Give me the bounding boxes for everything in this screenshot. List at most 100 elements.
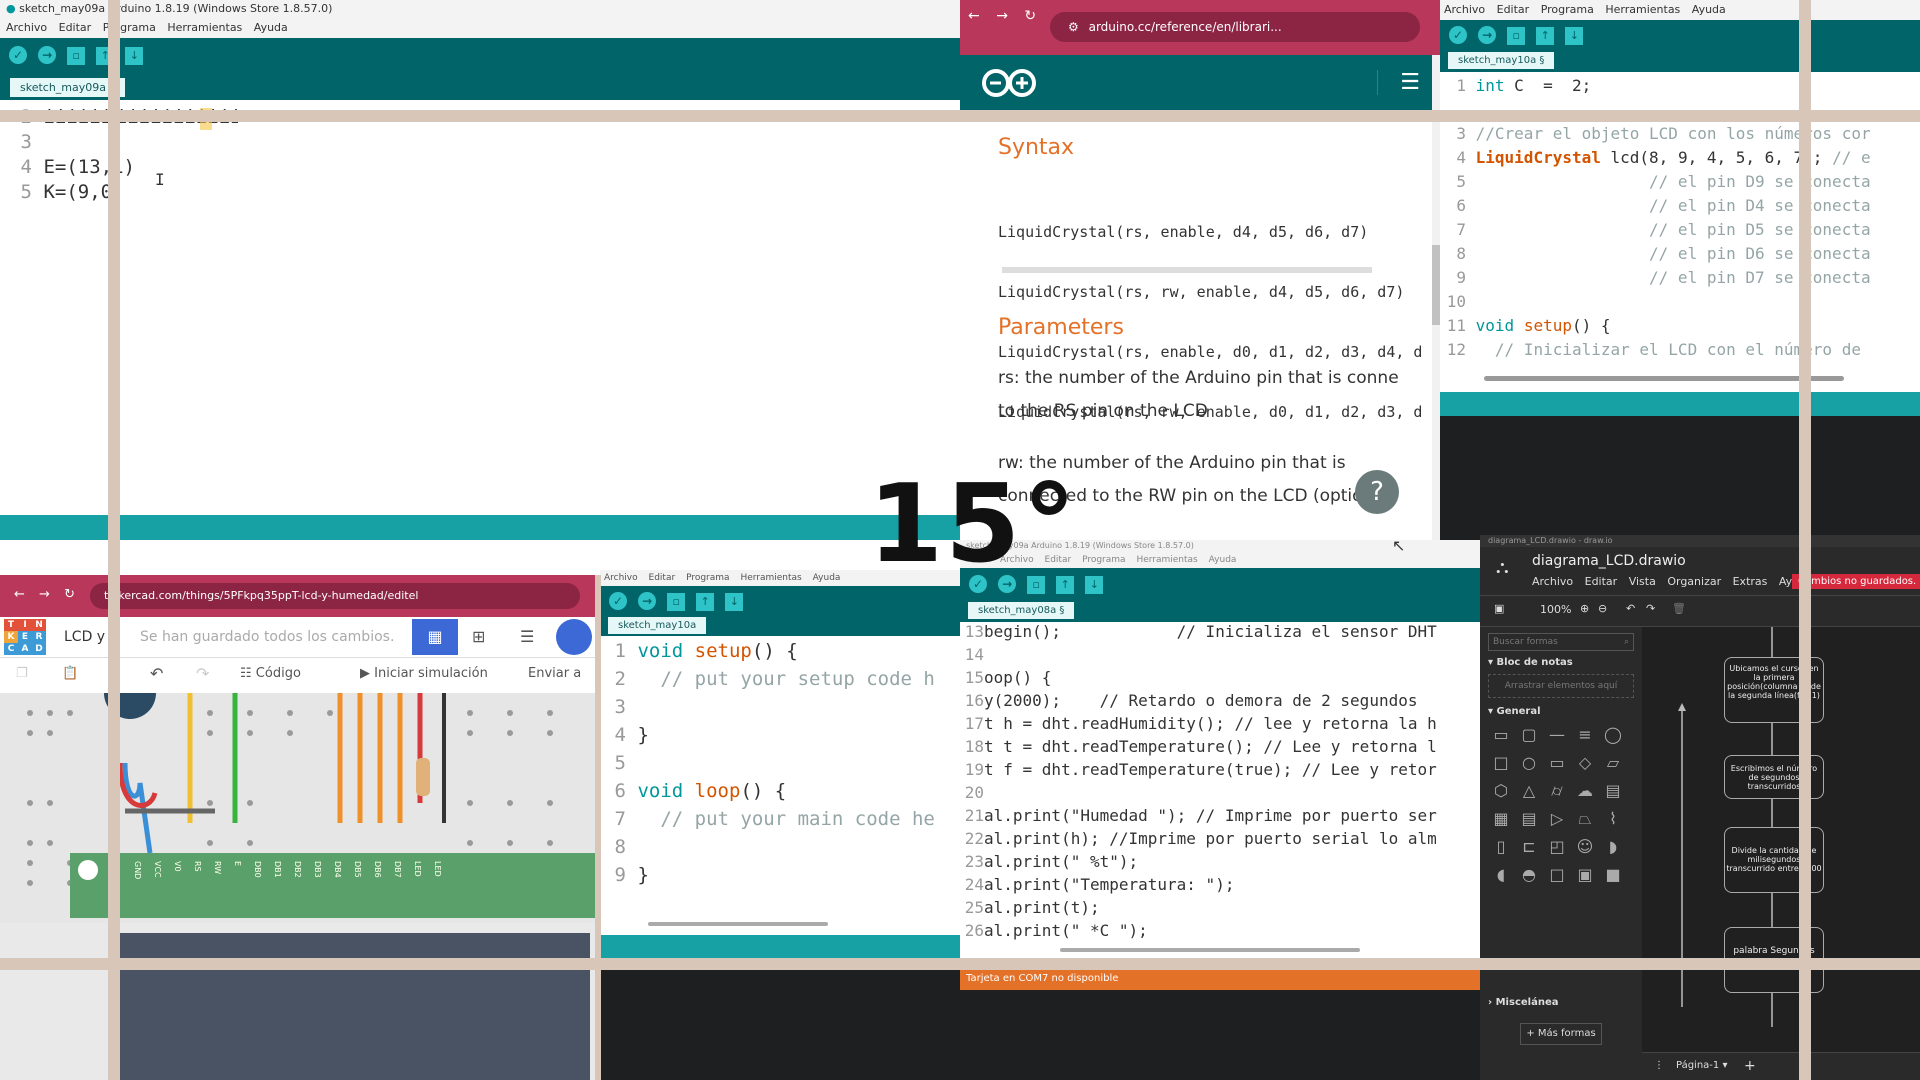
start-simulation-button[interactable]: ▶ Iniciar simulación xyxy=(360,666,488,681)
circuit-view-button[interactable]: ▦ xyxy=(412,619,458,655)
zoom-in-icon[interactable]: ⊕ xyxy=(1580,602,1589,615)
notes-header[interactable]: ▾ Bloc de notas xyxy=(1488,657,1634,668)
tinkercad-logo[interactable]: TIN KER CAD xyxy=(4,619,46,657)
open-icon[interactable]: ↑ xyxy=(1536,27,1555,45)
shape-search-input[interactable]: Buscar formas ⌕ xyxy=(1488,633,1634,651)
code-hscrollbar[interactable] xyxy=(1002,267,1372,273)
menu-editar[interactable]: Editar xyxy=(1585,575,1618,588)
menu-extras[interactable]: Extras xyxy=(1733,575,1768,588)
menu-herramientas[interactable]: Herramientas xyxy=(740,573,801,583)
hamburger-menu-icon[interactable]: ☰ xyxy=(1377,70,1420,95)
reload-icon[interactable]: ↻ xyxy=(64,587,75,602)
page-vscrollbar[interactable] xyxy=(1432,55,1440,540)
halfcircle-shape-icon[interactable]: ◓ xyxy=(1516,865,1542,891)
back-icon[interactable]: ← xyxy=(14,587,25,602)
redo-icon[interactable]: ↷ xyxy=(1646,602,1655,615)
save-icon[interactable]: ↓ xyxy=(1085,576,1104,594)
zoom-out-icon[interactable]: ⊖ xyxy=(1598,602,1607,615)
undo-icon[interactable]: ↶ xyxy=(1626,602,1635,615)
redo-icon[interactable]: ↷ xyxy=(196,664,209,683)
diamond-shape-icon[interactable]: ◇ xyxy=(1572,753,1598,779)
code-button[interactable]: ☷ Código xyxy=(240,666,301,681)
tape-shape-icon[interactable]: ⌇ xyxy=(1600,809,1626,835)
note-shape-icon[interactable]: ▯ xyxy=(1488,837,1514,863)
menu-ayuda[interactable]: Ayuda xyxy=(813,573,841,583)
card-shape-icon[interactable]: ▤ xyxy=(1516,809,1542,835)
help-button[interactable]: ? xyxy=(1355,470,1399,514)
heading-shape-icon[interactable]: ≡ xyxy=(1572,725,1598,751)
rectangle-shape-icon[interactable]: ▭ xyxy=(1488,725,1514,751)
text-shape-icon[interactable]: — xyxy=(1544,725,1570,751)
verify-icon[interactable]: ✓ xyxy=(1449,26,1467,44)
circle-shape-icon[interactable]: ○ xyxy=(1516,753,1542,779)
arduino-logo-icon[interactable] xyxy=(980,69,1040,97)
copy-icon[interactable]: ❐ xyxy=(16,666,28,681)
menu-programa[interactable]: Programa xyxy=(1082,555,1126,565)
misc-header[interactable]: › Miscelánea xyxy=(1488,997,1558,1008)
container-shape-icon[interactable]: ▣ xyxy=(1572,865,1598,891)
forward-icon[interactable]: → xyxy=(996,8,1008,24)
verify-icon[interactable]: ✓ xyxy=(9,46,27,64)
menu-programa[interactable]: Programa xyxy=(686,573,730,583)
table-shape-icon[interactable]: ▦ xyxy=(1488,809,1514,835)
parallelogram-shape-icon[interactable]: ▱ xyxy=(1600,753,1626,779)
callout-shape-icon[interactable]: ◰ xyxy=(1544,837,1570,863)
menu-organizar[interactable]: Organizar xyxy=(1667,575,1721,588)
menu-ayuda[interactable]: Ayuda xyxy=(1209,555,1237,565)
site-settings-icon[interactable]: ⚙ xyxy=(1068,20,1079,34)
menu-archivo[interactable]: Archivo xyxy=(1532,575,1573,588)
back-icon[interactable]: ← xyxy=(968,8,980,24)
code-hscrollbar[interactable] xyxy=(1060,948,1360,952)
address-bar[interactable]: ⚙ arduino.cc/reference/en/librari... xyxy=(1050,12,1420,42)
code-hscrollbar[interactable] xyxy=(1484,376,1844,381)
delete-icon[interactable]: 🗑 xyxy=(1672,602,1686,615)
menu-archivo[interactable]: Archivo xyxy=(1444,3,1485,16)
trapezoid-shape-icon[interactable]: ⏢ xyxy=(1572,809,1598,835)
triangle-shape-icon[interactable]: △ xyxy=(1516,781,1542,807)
process-shape-icon[interactable]: ▭ xyxy=(1544,753,1570,779)
menu-herramientas[interactable]: Herramientas xyxy=(1136,555,1197,565)
schematic-view-icon[interactable]: ⊞ xyxy=(472,627,485,646)
square-shape-icon[interactable]: □ xyxy=(1544,865,1570,891)
menu-ayuda[interactable]: Ayuda xyxy=(254,21,288,34)
code-hscrollbar[interactable] xyxy=(648,922,828,926)
new-icon[interactable]: ▫ xyxy=(667,593,686,611)
verify-icon[interactable]: ✓ xyxy=(609,592,627,610)
forward-icon[interactable]: → xyxy=(39,587,50,602)
menu-vista[interactable]: Vista xyxy=(1629,575,1656,588)
cylinder-shape-icon[interactable]: ⌭ xyxy=(1544,781,1570,807)
menu-editar[interactable]: Editar xyxy=(649,573,676,583)
shape-palette[interactable]: ▭ ▢ — ≡ ◯ □ ○ ▭ ◇ ▱ ⬡ △ ⌭ ☁ ▤ ▦ ▤ ▷ ⏢ ⌇ ▯ ⊏ ◰ ☺ ◗ ◖ ◓ □ ▣ ■ xyxy=(1488,725,1634,891)
menu-ayuda[interactable]: Ayuda xyxy=(1692,3,1726,16)
menu-programa[interactable]: Programa xyxy=(1541,3,1594,16)
tab-sketch[interactable]: sketch_may10a xyxy=(608,617,707,634)
open-icon[interactable]: ↑ xyxy=(696,593,715,611)
page-tab[interactable]: Página-1 ▾ xyxy=(1676,1060,1728,1071)
or-shape-icon[interactable]: ◗ xyxy=(1600,837,1626,863)
tab-sketch[interactable]: sketch_may10a § xyxy=(1448,52,1555,69)
zoom-level[interactable]: 100% xyxy=(1540,603,1571,616)
send-to-button[interactable]: Enviar a xyxy=(528,666,581,681)
rounded-rectangle-shape-icon[interactable]: ▢ xyxy=(1516,725,1542,751)
code-editor[interactable]: 1 void setup() { 2 // put your setup cod… xyxy=(600,636,960,986)
box-shape-icon[interactable]: ■ xyxy=(1600,865,1626,891)
tab-sketch[interactable]: sketch_may08a § xyxy=(968,602,1075,619)
add-page-icon[interactable]: + xyxy=(1744,1058,1756,1074)
menu-archivo[interactable]: Archivo xyxy=(6,21,47,34)
ellipse-shape-icon[interactable]: ◯ xyxy=(1600,725,1626,751)
tape-shape-icon[interactable]: ◖ xyxy=(1488,865,1514,891)
upload-icon[interactable]: → xyxy=(638,592,657,610)
cloud-shape-icon[interactable]: ☁ xyxy=(1572,781,1598,807)
new-icon[interactable]: ▫ xyxy=(67,47,86,65)
menu-herramientas[interactable]: Herramientas xyxy=(1605,3,1680,16)
menu-archivo[interactable]: Archivo xyxy=(604,573,638,583)
file-name[interactable]: diagrama_LCD.drawio xyxy=(1532,553,1686,569)
menu-editar[interactable]: Editar xyxy=(1497,3,1530,16)
undo-icon[interactable]: ↶ xyxy=(150,664,163,683)
unsaved-changes-badge[interactable]: Cambios no guardados. Haga c xyxy=(1792,574,1920,589)
format-panel-icon[interactable]: ▣ xyxy=(1494,602,1504,615)
save-icon[interactable]: ↓ xyxy=(125,47,144,65)
general-header[interactable]: ▾ General xyxy=(1488,706,1634,717)
menu-herramientas[interactable]: Herramientas xyxy=(167,21,242,34)
notes-dropzone[interactable]: Arrastrar elementos aquí xyxy=(1488,674,1634,698)
